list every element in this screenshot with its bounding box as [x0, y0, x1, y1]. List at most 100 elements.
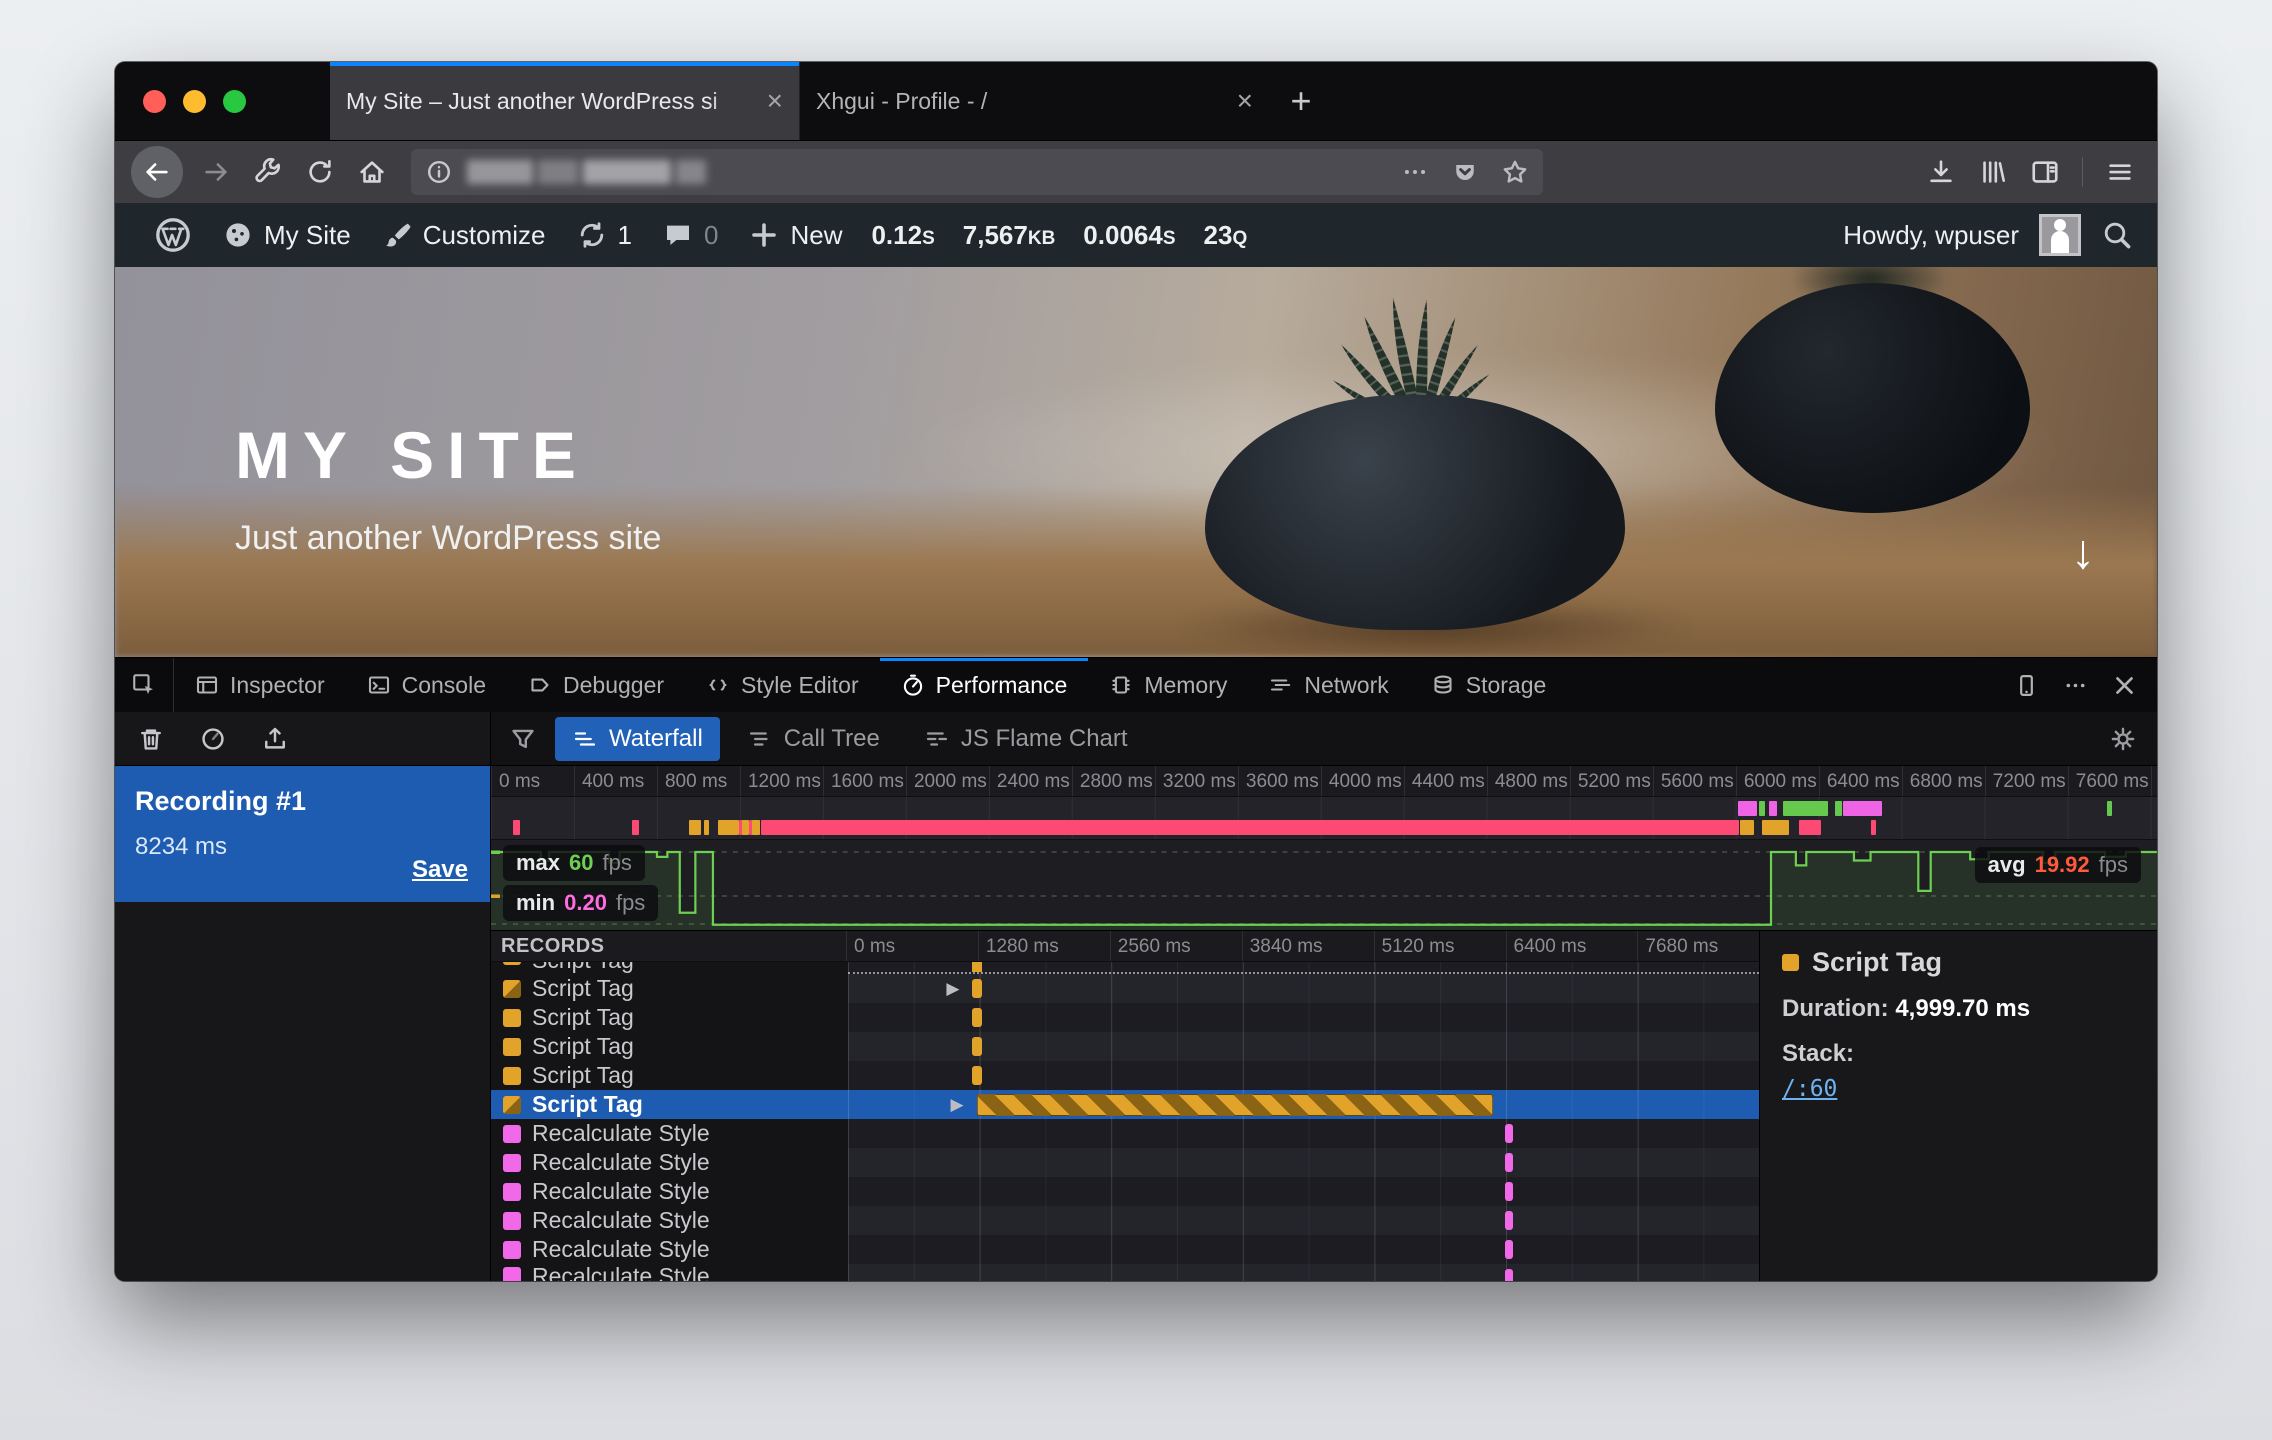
- overview-segment[interactable]: [632, 820, 639, 835]
- view-tab-js-flame-chart[interactable]: JS Flame Chart: [907, 717, 1145, 761]
- record-timeline[interactable]: ▶: [848, 1090, 1759, 1119]
- sidebars-button[interactable]: [2024, 151, 2066, 193]
- expand-arrow-icon[interactable]: ▶: [951, 1094, 964, 1115]
- record-timeline[interactable]: [848, 1235, 1759, 1264]
- devtools-tab-performance[interactable]: Performance: [880, 658, 1089, 712]
- menu-button[interactable]: [2099, 151, 2141, 193]
- record-row-script-tag[interactable]: Script Tag: [491, 1032, 1759, 1061]
- overview-segment[interactable]: [1835, 801, 1841, 816]
- overview-segment[interactable]: [1783, 801, 1829, 816]
- record-row-recalculate-style[interactable]: Recalculate Style: [491, 1206, 1759, 1235]
- close-window-button[interactable]: [143, 90, 166, 113]
- hatched-duration-bar[interactable]: [977, 1094, 1493, 1116]
- record-performance-icon[interactable]: [199, 725, 227, 753]
- overview-segment[interactable]: [1762, 820, 1789, 835]
- import-recording-icon[interactable]: [261, 725, 289, 753]
- record-timeline[interactable]: [848, 1003, 1759, 1032]
- devtools-tab-console[interactable]: Console: [346, 658, 507, 712]
- downloads-button[interactable]: [1920, 151, 1962, 193]
- tab-xhgui[interactable]: Xhgui - Profile - / ×: [799, 62, 1269, 140]
- record-timeline[interactable]: [848, 962, 1759, 974]
- overview-segment[interactable]: [718, 820, 739, 835]
- record-row-recalculate-style[interactable]: Recalculate Style: [491, 1235, 1759, 1264]
- tab-close-icon[interactable]: ×: [767, 87, 783, 115]
- view-tab-waterfall[interactable]: Waterfall: [555, 717, 720, 761]
- back-button[interactable]: [131, 146, 183, 198]
- library-button[interactable]: [1972, 151, 2014, 193]
- timeline-marker[interactable]: [1505, 1269, 1513, 1281]
- tab-my-site[interactable]: My Site – Just another WordPress si ×: [330, 62, 799, 140]
- wp-logo-button[interactable]: [139, 203, 207, 267]
- my-site-menu[interactable]: My Site: [207, 203, 366, 267]
- stack-frame-link[interactable]: /:60: [1782, 1076, 1837, 1102]
- record-row-recalculate-style[interactable]: Recalculate Style: [491, 1264, 1759, 1281]
- settings-gear-icon[interactable]: [2109, 725, 2147, 753]
- clear-recordings-icon[interactable]: [137, 725, 165, 753]
- timeline-marker[interactable]: [972, 962, 981, 974]
- record-row-recalculate-style[interactable]: Recalculate Style: [491, 1148, 1759, 1177]
- record-timeline[interactable]: [848, 1119, 1759, 1148]
- devtools-tab-style-editor[interactable]: Style Editor: [685, 658, 880, 712]
- timeline-marker[interactable]: [972, 979, 981, 998]
- overview-segment[interactable]: [1843, 801, 1882, 816]
- filter-icon[interactable]: [501, 725, 545, 753]
- timeline-marker[interactable]: [972, 1066, 981, 1085]
- bookmark-star-icon[interactable]: [1501, 158, 1529, 186]
- search-icon[interactable]: [2101, 219, 2133, 251]
- recording-item[interactable]: Recording #1 8234 ms Save: [115, 766, 490, 902]
- record-timeline[interactable]: [848, 1264, 1759, 1281]
- record-row-script-tag[interactable]: Script Tag: [491, 1003, 1759, 1032]
- avatar[interactable]: [2039, 214, 2081, 256]
- customize-menu[interactable]: Customize: [366, 203, 561, 267]
- recording-overview[interactable]: [491, 797, 2157, 840]
- timeline-marker[interactable]: [1505, 1240, 1513, 1259]
- record-timeline[interactable]: [848, 1177, 1759, 1206]
- overview-segment[interactable]: [2107, 801, 2112, 816]
- devtools-tab-inspector[interactable]: Inspector: [174, 658, 346, 712]
- framerate-graph[interactable]: max 60 fps min 0.20 fps avg 19.92 fps: [491, 840, 2157, 931]
- devtools-close-icon[interactable]: [2112, 673, 2137, 698]
- expand-arrow-icon[interactable]: ▶: [946, 978, 959, 999]
- reload-button[interactable]: [299, 151, 341, 193]
- admin-stat[interactable]: 0.0064S: [1069, 220, 1189, 251]
- overview-segment[interactable]: [1759, 801, 1765, 816]
- howdy-label[interactable]: Howdy, wpuser: [1843, 220, 2019, 251]
- timeline-marker[interactable]: [1505, 1153, 1513, 1172]
- record-timeline[interactable]: ▶: [848, 974, 1759, 1003]
- url-bar[interactable]: [411, 149, 1543, 195]
- element-picker-button[interactable]: [115, 658, 174, 712]
- record-row-script-tag[interactable]: Script Tag▶: [491, 1090, 1759, 1119]
- devtools-tab-network[interactable]: Network: [1248, 658, 1409, 712]
- overview-segment[interactable]: [704, 820, 709, 835]
- record-row-recalculate-style[interactable]: Recalculate Style: [491, 1177, 1759, 1206]
- new-content-menu[interactable]: New: [733, 203, 857, 267]
- devtools-tab-storage[interactable]: Storage: [1410, 658, 1568, 712]
- overview-segment[interactable]: [1738, 801, 1757, 816]
- overview-segment[interactable]: [689, 820, 700, 835]
- tab-close-icon[interactable]: ×: [1237, 87, 1253, 115]
- record-timeline[interactable]: [848, 1061, 1759, 1090]
- updates-menu[interactable]: 1: [561, 203, 647, 267]
- devtools-tab-debugger[interactable]: Debugger: [507, 658, 685, 712]
- record-row-recalculate-style[interactable]: Recalculate Style: [491, 1119, 1759, 1148]
- save-recording-link[interactable]: Save: [412, 856, 468, 884]
- record-timeline[interactable]: [848, 1148, 1759, 1177]
- overview-segment[interactable]: [513, 820, 520, 835]
- overview-segment[interactable]: [1871, 820, 1877, 835]
- devtools-menu-icon[interactable]: [2063, 673, 2088, 698]
- admin-stat[interactable]: 7,567KB: [949, 220, 1070, 251]
- responsive-design-mode-icon[interactable]: [2014, 673, 2039, 698]
- devtools-tab-memory[interactable]: Memory: [1088, 658, 1248, 712]
- overview-segment[interactable]: [752, 820, 759, 835]
- admin-stat[interactable]: 23Q: [1190, 220, 1262, 251]
- timeline-marker[interactable]: [1505, 1124, 1513, 1143]
- record-row-script-tag[interactable]: Script Tag▶: [491, 974, 1759, 1003]
- timeline-marker[interactable]: [972, 1037, 981, 1056]
- record-timeline[interactable]: [848, 1206, 1759, 1235]
- overview-segment[interactable]: [1799, 820, 1821, 835]
- home-button[interactable]: [351, 151, 393, 193]
- record-row-script-tag[interactable]: Script Tag: [491, 962, 1759, 974]
- admin-stat[interactable]: 0.12S: [857, 220, 948, 251]
- forward-button[interactable]: [195, 151, 237, 193]
- timeline-marker[interactable]: [1505, 1211, 1513, 1230]
